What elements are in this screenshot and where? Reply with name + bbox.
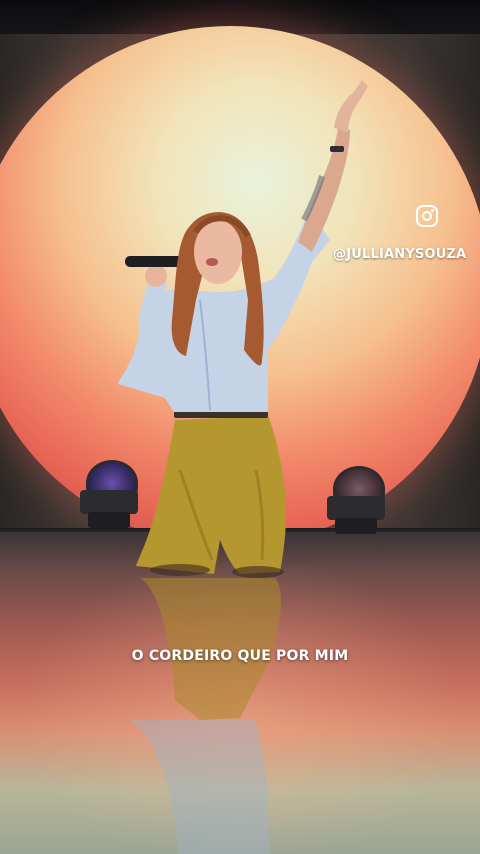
instagram-icon [416, 205, 438, 227]
singer-reflection [130, 578, 282, 854]
video-frame: @JULLIANYSOUZA O CORDEIRO QUE POR MIM [0, 0, 480, 854]
watermark-handle: @JULLIANYSOUZA [333, 247, 467, 262]
lyrics-caption: O CORDEIRO QUE POR MIM [131, 648, 349, 664]
singer-figure [118, 80, 368, 854]
